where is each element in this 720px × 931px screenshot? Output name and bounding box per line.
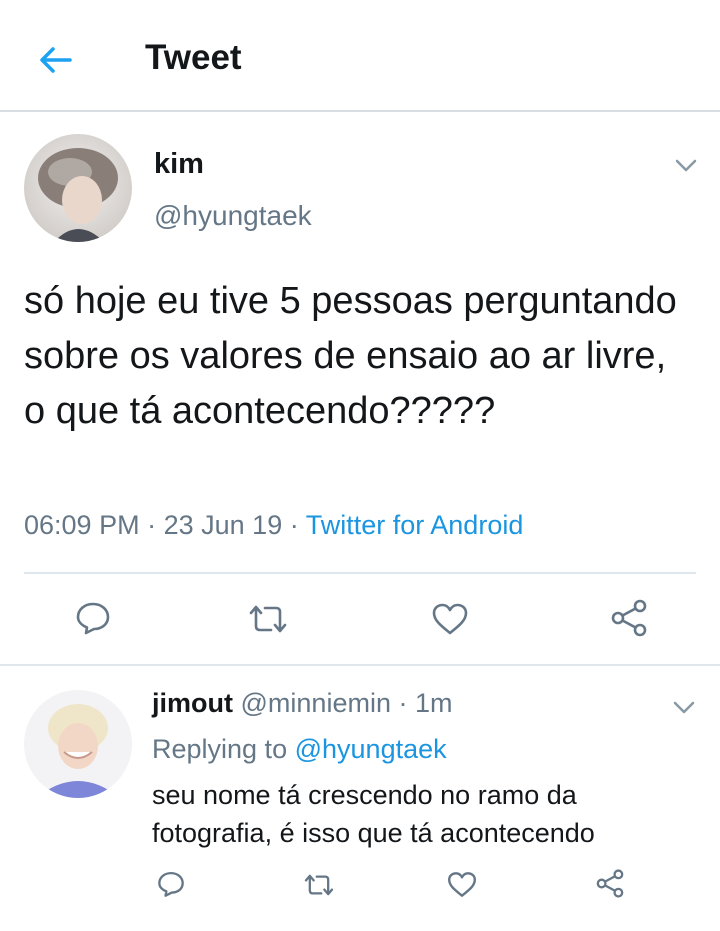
tweet-time: 06:09 PM [24,510,140,540]
top-bar: Tweet [0,0,720,112]
page-title: Tweet [145,38,242,77]
reply-author-handle[interactable]: @minniemin [241,688,391,718]
header-divider [0,110,720,112]
retweet-icon[interactable] [302,872,336,898]
reply-author-name[interactable]: jimout [152,688,233,718]
replying-prefix: Replying to [152,734,288,764]
author-name[interactable]: kim [154,148,204,181]
author-avatar[interactable] [24,134,132,242]
reply-text: seu nome tá crescendo no ramo da fotogra… [152,780,595,848]
chevron-down-icon[interactable] [672,700,696,716]
meta-separator: · [289,510,299,540]
chevron-down-icon[interactable] [674,158,698,174]
meta-separator: · [398,688,408,718]
reply-icon[interactable] [74,600,112,636]
tweet-divider [0,664,720,666]
replying-to: Replying to @hyungtaek [152,734,447,765]
reply-header: jimout @minniemin · 1m [152,688,453,719]
meta-separator: · [147,510,157,540]
like-icon[interactable] [430,601,470,637]
retweet-icon[interactable] [246,602,290,636]
replying-mention-link[interactable]: @hyungtaek [295,734,447,764]
meta-divider [24,572,696,574]
tweet-date: 23 Jun 19 [163,510,283,540]
reply-author-avatar[interactable] [24,690,132,798]
share-icon[interactable] [608,598,650,638]
like-icon[interactable] [446,870,478,899]
tweet-source-link[interactable]: Twitter for Android [306,510,524,540]
reply-age: 1m [415,688,453,718]
author-handle[interactable]: @hyungtaek [154,200,312,232]
share-icon[interactable] [594,868,626,899]
back-arrow-icon[interactable] [36,40,76,80]
tweet-text: só hoje eu tive 5 pessoas perguntando so… [24,280,677,432]
tweet-meta: 06:09 PM · 23 Jun 19 · Twitter for Andro… [24,510,523,541]
reply-icon[interactable] [156,870,186,898]
